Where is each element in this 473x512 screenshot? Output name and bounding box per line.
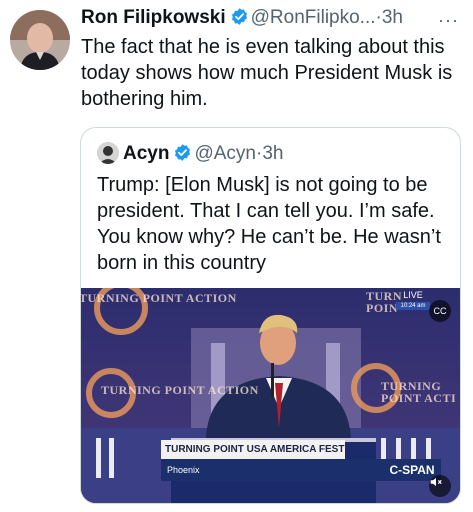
author-handle[interactable]: @RonFilipko...: [251, 7, 376, 28]
verified-badge-icon: [230, 7, 249, 26]
tweet-text: The fact that he is even talking about t…: [81, 36, 453, 110]
tweet-timestamp[interactable]: 3h: [382, 7, 403, 28]
quoted-author-name[interactable]: Acyn: [123, 143, 169, 164]
tweet-header: Ron Filipkowski @RonFilipko...·3h ···: [81, 7, 463, 31]
video-player[interactable]: TURNING POINT ACTION TURNING POINT ACTIO…: [81, 288, 460, 503]
more-horizontal-icon[interactable]: ···: [438, 9, 459, 31]
live-time: 10:24 am: [396, 302, 430, 310]
captions-button[interactable]: CC: [429, 300, 451, 322]
lower-third-location: Phoenix: [161, 459, 387, 481]
live-label: LIVE: [403, 290, 423, 300]
quoted-tweet-card[interactable]: Acyn @Acyn·3h Trump: [Elon Musk] is not g…: [80, 127, 461, 504]
volume-mute-icon[interactable]: [429, 475, 451, 497]
author-avatar[interactable]: [10, 10, 70, 70]
quoted-tweet-text: Trump: [Elon Musk] is not going to be pr…: [97, 174, 441, 274]
quoted-author-avatar[interactable]: [97, 142, 119, 164]
quoted-verified-badge-icon: [173, 143, 192, 162]
backdrop-logo: TURNING POINT ACTION: [101, 383, 259, 397]
quoted-timestamp[interactable]: 3h: [262, 143, 283, 164]
quoted-tweet-header: Acyn @Acyn·3h: [97, 142, 283, 166]
backdrop-logo: TURNING POINT ACTION: [81, 291, 237, 305]
live-indicator: LIVE 10:24 am: [396, 290, 430, 312]
lower-third-title: TURNING POINT USA AMERICA FEST: [161, 440, 345, 459]
quoted-author-handle[interactable]: @Acyn: [194, 143, 256, 164]
backdrop-logo: TURNING POINT ACTI: [381, 379, 457, 405]
author-name[interactable]: Ron Filipkowski: [81, 7, 226, 28]
